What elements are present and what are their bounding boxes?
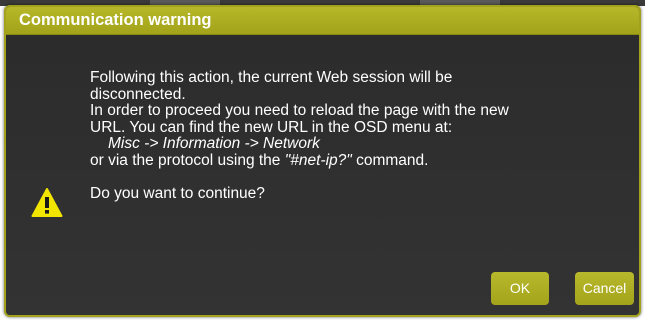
message-line: URL. You can find the new URL in the OSD… <box>90 118 453 136</box>
protocol-suffix: command. <box>351 151 429 169</box>
message-spacer <box>90 169 635 186</box>
message-line: Following this action, the current Web s… <box>90 69 453 86</box>
confirmation-question: Do you want to continue? <box>90 184 265 202</box>
message-line: In order to proceed you need to reload t… <box>90 102 509 119</box>
message-line: disconnected. <box>90 85 186 103</box>
protocol-command: "#net-ip?" <box>284 151 352 169</box>
warning-icon <box>31 188 63 217</box>
dialog-message: Following this action, the current Web s… <box>90 69 635 202</box>
dialog-title: Communication warning <box>19 11 212 29</box>
ok-button[interactable]: OK <box>491 272 549 305</box>
osd-menu-path: Misc -> Information -> Network <box>108 135 320 152</box>
protocol-prefix: or via the protocol using the <box>90 151 285 169</box>
dialog-title-bar: Communication warning <box>6 7 639 35</box>
message-line-protocol: or via the protocol using the "#net-ip?"… <box>90 151 635 170</box>
communication-warning-dialog: Communication warning Following this act… <box>4 5 641 317</box>
cancel-button[interactable]: Cancel <box>575 272 634 305</box>
